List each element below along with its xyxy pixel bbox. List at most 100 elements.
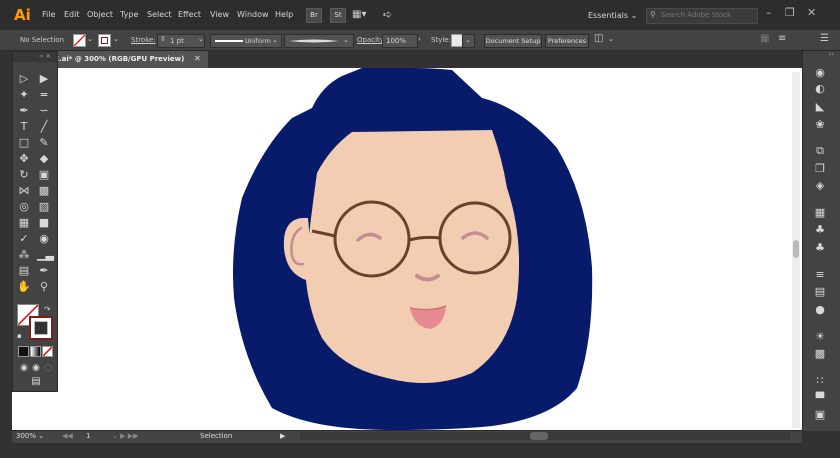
scale-icon[interactable]: ▣ [37, 168, 51, 182]
hand-icon[interactable]: ✋ [17, 280, 31, 294]
preferences-button[interactable]: Preferences [545, 34, 589, 48]
draw-inside-icon[interactable]: ○ [41, 361, 55, 375]
panel-options-icon[interactable]: ≡ [778, 33, 786, 44]
search-stock-field[interactable]: ⚲ Search Adobe Stock [646, 8, 758, 24]
perspective-grid-icon[interactable]: ▧ [37, 200, 51, 214]
eyedropper-icon[interactable]: ✓ [17, 232, 31, 246]
color-guide-icon[interactable]: ◐ [810, 81, 830, 97]
paintbrush-icon[interactable]: ✎ [37, 136, 51, 150]
opacity-chevron-icon[interactable]: › [418, 35, 421, 43]
none-mode-icon[interactable] [42, 346, 53, 357]
menu-object[interactable]: Object [87, 10, 113, 19]
variable-width-profile[interactable]: Uniform ⌄ [210, 34, 282, 48]
close-icon[interactable]: ✕ [807, 6, 816, 19]
workspace-switcher[interactable]: Essentials ⌄ [588, 11, 637, 20]
artboard-number[interactable]: 1 [86, 432, 90, 440]
status-menu-icon[interactable]: ▶ [280, 432, 285, 440]
close-tab-icon[interactable]: ✕ [194, 54, 201, 63]
style-dropdown-icon[interactable]: ⌄ [462, 34, 475, 48]
align-dropdown-icon[interactable]: ⌄ [608, 35, 614, 43]
artboard-canvas[interactable] [12, 68, 802, 430]
stroke-color-box[interactable] [29, 316, 53, 340]
symbol-sprayer-icon[interactable]: ⁂ [17, 248, 31, 262]
direct-selection-tool-icon[interactable]: ▶ [37, 72, 51, 86]
align-icon[interactable]: ◈ [810, 178, 830, 194]
menu-view[interactable]: View [210, 10, 229, 19]
pen-tool-icon[interactable]: ✒ [17, 104, 31, 118]
transparency-icon[interactable]: ▩ [810, 346, 830, 362]
transform-icon[interactable]: ❐ [810, 161, 830, 177]
first-artboard-icon[interactable]: ◀◀ [62, 432, 73, 440]
libraries-icon[interactable]: ♣ [810, 240, 830, 256]
symbols-icon[interactable]: ⧉ [810, 143, 830, 159]
free-transform-icon[interactable]: ▩ [37, 184, 51, 198]
magic-wand-icon[interactable]: ✦ [17, 88, 31, 102]
swatches-icon[interactable]: ◣ [810, 99, 830, 115]
shaper-icon[interactable]: ✥ [17, 152, 31, 166]
fill-dropdown-icon[interactable]: ⌄ [87, 35, 93, 43]
control-menu-icon[interactable]: ☰ [820, 33, 829, 44]
appearance-icon[interactable]: ∷ [810, 373, 830, 389]
menu-window[interactable]: Window [237, 10, 269, 19]
artboard-tool-icon[interactable]: ▤ [17, 264, 31, 278]
opacity-field[interactable]: 100% [382, 34, 418, 48]
minimize-icon[interactable]: – [766, 6, 772, 19]
screen-mode-icon[interactable]: ▤ [29, 375, 43, 389]
line-tool-icon[interactable]: ╱ [37, 120, 51, 134]
links-icon[interactable]: ▣ [810, 407, 830, 423]
fill-swatch[interactable] [73, 34, 86, 47]
pathfinder-icon[interactable]: ▦ [810, 205, 830, 221]
brush-definition[interactable]: ⌄ [284, 34, 354, 48]
swap-fill-stroke-icon[interactable]: ↷ [44, 305, 51, 314]
menu-edit[interactable]: Edit [64, 10, 80, 19]
vertical-scroll-thumb[interactable] [793, 240, 799, 258]
type-tool-icon[interactable]: T [17, 120, 31, 134]
bridge-icon[interactable]: Br [306, 8, 322, 23]
stroke-swatch[interactable] [98, 34, 111, 47]
artboards-icon[interactable]: ▤ [810, 284, 830, 300]
stroke-label[interactable]: Stroke: [131, 36, 156, 44]
zoom-icon[interactable]: ⚲ [37, 280, 51, 294]
gradient-mode-icon[interactable] [30, 346, 41, 357]
tools-panel-header[interactable]: ‹‹ ✕ [13, 52, 57, 62]
stroke-weight-dropdown-icon[interactable]: ⌄ [198, 35, 204, 43]
gradient-panel-icon[interactable]: ☀ [810, 329, 830, 345]
horizontal-scroll-thumb[interactable] [530, 432, 548, 440]
next-artboard-icon[interactable]: ⌄ ▶ ▶▶ [112, 432, 138, 440]
stroke-dropdown-icon[interactable]: ⌄ [113, 35, 119, 43]
lasso-icon[interactable]: ≖ [37, 88, 51, 102]
restore-icon[interactable]: ❐ [785, 6, 795, 19]
default-fill-stroke-icon[interactable]: ▪ [17, 332, 22, 340]
gradient-icon[interactable]: ■ [37, 216, 51, 230]
arrange-icon[interactable]: ▦ [760, 33, 769, 44]
document-setup-button[interactable]: Document Setup [484, 34, 542, 48]
selection-tool-icon[interactable]: ▷ [17, 72, 31, 86]
collapse-dock-icon[interactable]: ›› [829, 51, 834, 58]
asset-export-icon[interactable]: ≡ [810, 267, 830, 283]
menu-effect[interactable]: Effect [178, 10, 201, 19]
curvature-icon[interactable]: ∽ [37, 104, 51, 118]
rotate-icon[interactable]: ↻ [17, 168, 31, 182]
rectangle-tool-icon[interactable]: □ [17, 136, 31, 150]
arrange-documents-icon[interactable]: ▦▾ [352, 9, 366, 20]
slice-icon[interactable]: ✒ [37, 264, 51, 278]
stroke-stepper-icon[interactable]: ⇳ [160, 35, 166, 43]
brushes-icon[interactable]: ❀ [810, 117, 830, 133]
color-icon[interactable]: ◉ [810, 65, 830, 81]
align-to-icon[interactable]: ◫ [594, 33, 603, 44]
gpu-performance-icon[interactable]: ➪ [383, 8, 392, 21]
width-icon[interactable]: ⋈ [17, 184, 31, 198]
color-mode-icon[interactable] [18, 346, 29, 357]
mesh-icon[interactable]: ▦ [17, 216, 31, 230]
stock-icon[interactable]: St [330, 8, 346, 23]
blend-icon[interactable]: ◉ [37, 232, 51, 246]
menu-type[interactable]: Type [120, 10, 138, 19]
layers-icon[interactable]: ♣ [810, 222, 830, 238]
stroke-icon[interactable]: ● [810, 302, 830, 318]
shape-builder-icon[interactable]: ◎ [17, 200, 31, 214]
graphic-styles-icon[interactable]: ▀ [810, 391, 830, 407]
menu-file[interactable]: File [42, 10, 55, 19]
eraser-icon[interactable]: ◆ [37, 152, 51, 166]
collapse-icon[interactable]: ‹‹ ✕ [39, 53, 51, 60]
menu-help[interactable]: Help [275, 10, 293, 19]
